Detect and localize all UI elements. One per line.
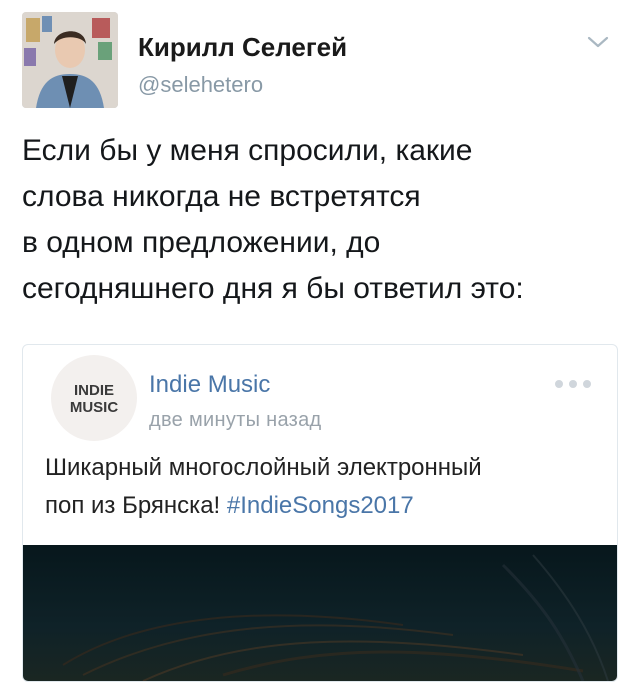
- profile-photo-icon: [22, 12, 118, 108]
- author-name[interactable]: Кирилл Селегей: [138, 32, 347, 63]
- svg-text:INDIE: INDIE: [74, 382, 114, 399]
- more-options-icon[interactable]: [553, 379, 593, 389]
- author-avatar[interactable]: [22, 12, 118, 108]
- hashtag-link[interactable]: #IndieSongs2017: [227, 492, 414, 519]
- tweet-header: Кирилл Селегей @selehetero: [22, 12, 622, 112]
- card-image[interactable]: [23, 545, 617, 681]
- svg-text:MUSIC: MUSIC: [70, 399, 119, 416]
- logo-icon: INDIE MUSIC: [70, 382, 119, 416]
- hair-photo-icon: [62, 554, 609, 681]
- indie-music-logo[interactable]: INDIE MUSIC: [51, 355, 137, 441]
- tweet-text: Если бы у меня спросили, какие слова ник…: [22, 134, 524, 305]
- card-text: Шикарный многослойный электронный поп из…: [45, 449, 605, 525]
- chevron-down-icon[interactable]: [586, 34, 610, 50]
- card-timestamp[interactable]: две минуты назад: [149, 409, 322, 432]
- embedded-post-card[interactable]: INDIE MUSIC Indie Music две минуты назад…: [22, 344, 618, 682]
- card-source-name[interactable]: Indie Music: [149, 371, 270, 399]
- author-handle[interactable]: @selehetero: [138, 72, 263, 98]
